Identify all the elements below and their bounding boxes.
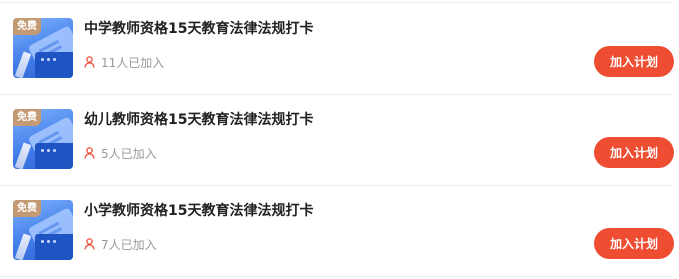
course-thumbnail[interactable]: 免费 [13,200,73,260]
pencil-graphic [14,142,32,169]
card-graphic [35,52,73,78]
join-count-text: 5人已加入 [101,146,157,161]
plan-item[interactable]: 免费 小学教师资格15天教育法律法规打卡 7人已加入 加入计划 [0,185,679,276]
free-badge: 免费 [13,18,41,35]
user-icon [84,147,95,159]
card-graphic [35,234,73,260]
join-plan-button[interactable]: 加入计划 [594,46,674,77]
join-count-text: 11人已加入 [101,55,165,70]
free-badge: 免费 [13,109,41,126]
plan-item[interactable]: 免费 中学教师资格15天教育法律法规打卡 11人已加入 加入计划 [0,3,679,94]
join-count: 7人已加入 [84,236,157,252]
user-icon [84,238,95,250]
divider [0,276,672,277]
plan-list: 免费 中学教师资格15天教育法律法规打卡 11人已加入 加入计划 免费 幼儿教师… [0,0,679,279]
join-count-text: 7人已加入 [101,237,157,252]
plan-title[interactable]: 幼儿教师资格15天教育法律法规打卡 [84,109,313,129]
course-thumbnail[interactable]: 免费 [13,109,73,169]
pencil-graphic [14,233,32,260]
course-thumbnail[interactable]: 免费 [13,18,73,78]
plan-title[interactable]: 中学教师资格15天教育法律法规打卡 [84,18,313,38]
card-graphic [35,143,73,169]
pencil-graphic [14,51,32,78]
join-count: 11人已加入 [84,54,164,70]
join-plan-button[interactable]: 加入计划 [594,228,674,259]
free-badge: 免费 [13,200,41,217]
plan-title[interactable]: 小学教师资格15天教育法律法规打卡 [84,200,313,220]
plan-item[interactable]: 免费 幼儿教师资格15天教育法律法规打卡 5人已加入 加入计划 [0,94,679,185]
user-icon [84,56,95,68]
join-count: 5人已加入 [84,145,157,161]
join-plan-button[interactable]: 加入计划 [594,137,674,168]
